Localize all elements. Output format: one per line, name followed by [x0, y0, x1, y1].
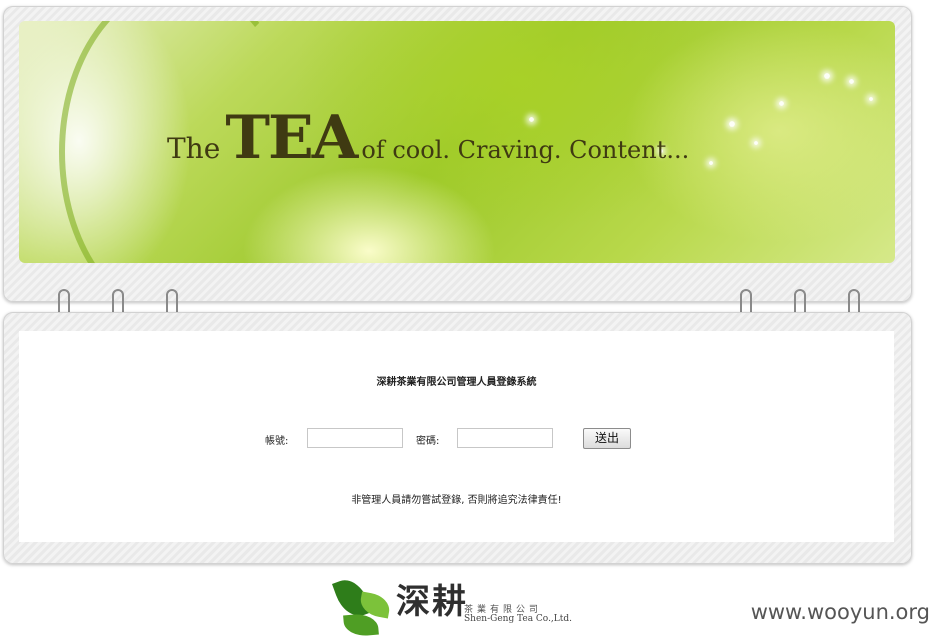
login-title: 深耕茶業有限公司管理人員登錄系統	[376, 377, 537, 388]
submit-button[interactable]: 送出	[583, 428, 631, 449]
sparkle	[754, 141, 758, 145]
banner-the: The	[167, 132, 221, 165]
banner-slogan: The TEA of cool. Craving. Content...	[167, 103, 689, 173]
leaf-icon	[343, 612, 379, 638]
sparkle	[709, 161, 713, 165]
account-input[interactable]	[307, 428, 403, 448]
sparkle	[869, 97, 873, 101]
password-label: 密碼:	[416, 436, 440, 447]
sparkle	[824, 73, 830, 79]
sparkle	[729, 121, 735, 127]
banner-image: The TEA of cool. Craving. Content...	[19, 21, 895, 263]
warning-text: 非管理人員請勿嘗試登錄, 否則將追究法律責任!	[351, 495, 562, 506]
banner-rest: of cool. Craving. Content...	[361, 136, 690, 164]
sparkle	[779, 101, 784, 106]
login-form: 帳號: 密碼: 送出	[19, 427, 894, 451]
logo-chinese-name: 深耕	[396, 582, 468, 622]
banner-tea: TEA	[225, 103, 358, 173]
logo-english-name: Shen-Geng Tea Co.,Ltd.	[464, 614, 572, 624]
password-input[interactable]	[457, 428, 553, 448]
sparkle	[849, 79, 854, 84]
account-label: 帳號:	[265, 436, 289, 447]
company-logo: 深耕 茶業有限公司 Shen-Geng Tea Co.,Ltd.	[332, 572, 584, 642]
login-panel: 深耕茶業有限公司管理人員登錄系統 帳號: 密碼: 送出 非管理人員請勿嘗試登錄,…	[19, 331, 894, 542]
page: The TEA of cool. Craving. Content... 深耕茶…	[0, 0, 939, 644]
watermark: www.wooyun.org	[750, 600, 930, 624]
